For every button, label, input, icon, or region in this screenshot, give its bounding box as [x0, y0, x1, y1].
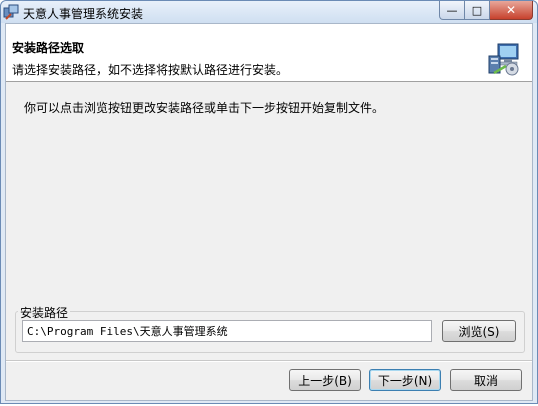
header-banner: 安装路径选取 请选择安装路径，如不选择将按默认路径进行安装。 [6, 24, 532, 82]
setup-computer-icon [486, 42, 522, 76]
maximize-button[interactable]: □ [465, 1, 490, 20]
minimize-icon: — [446, 3, 458, 17]
install-path-input[interactable] [22, 320, 432, 342]
window-title: 天意人事管理系统安装 [23, 7, 144, 21]
page-title: 安装路径选取 [12, 41, 85, 55]
back-button[interactable]: 上一步(B) [289, 369, 361, 391]
footer-divider [6, 360, 532, 362]
caption-buttons: — □ ✕ [439, 1, 533, 21]
installer-app-icon [3, 4, 19, 20]
maximize-icon: □ [471, 3, 483, 17]
installer-window: 天意人事管理系统安装 — □ ✕ 安装路径选取 请选择安装路径，如不选择将按默认… [0, 0, 538, 404]
title-bar[interactable]: 天意人事管理系统安装 — □ ✕ [1, 1, 537, 23]
install-path-group-label: 安装路径 [18, 304, 71, 321]
page-subtitle: 请选择安装路径，如不选择将按默认路径进行安装。 [12, 63, 289, 77]
browse-button[interactable]: 浏览(S) [442, 320, 516, 342]
next-button[interactable]: 下一步(N) [369, 369, 441, 391]
instruction-text: 你可以点击浏览按钮更改安装路径或单击下一步按钮开始复制文件。 [24, 101, 385, 115]
close-icon: ✕ [505, 3, 517, 17]
cancel-button[interactable]: 取消 [450, 369, 522, 391]
close-button[interactable]: ✕ [490, 1, 533, 20]
dialog-client-area: 安装路径选取 请选择安装路径，如不选择将按默认路径进行安装。 你可以点击浏览按钮… [5, 23, 533, 401]
minimize-button[interactable]: — [439, 1, 465, 20]
